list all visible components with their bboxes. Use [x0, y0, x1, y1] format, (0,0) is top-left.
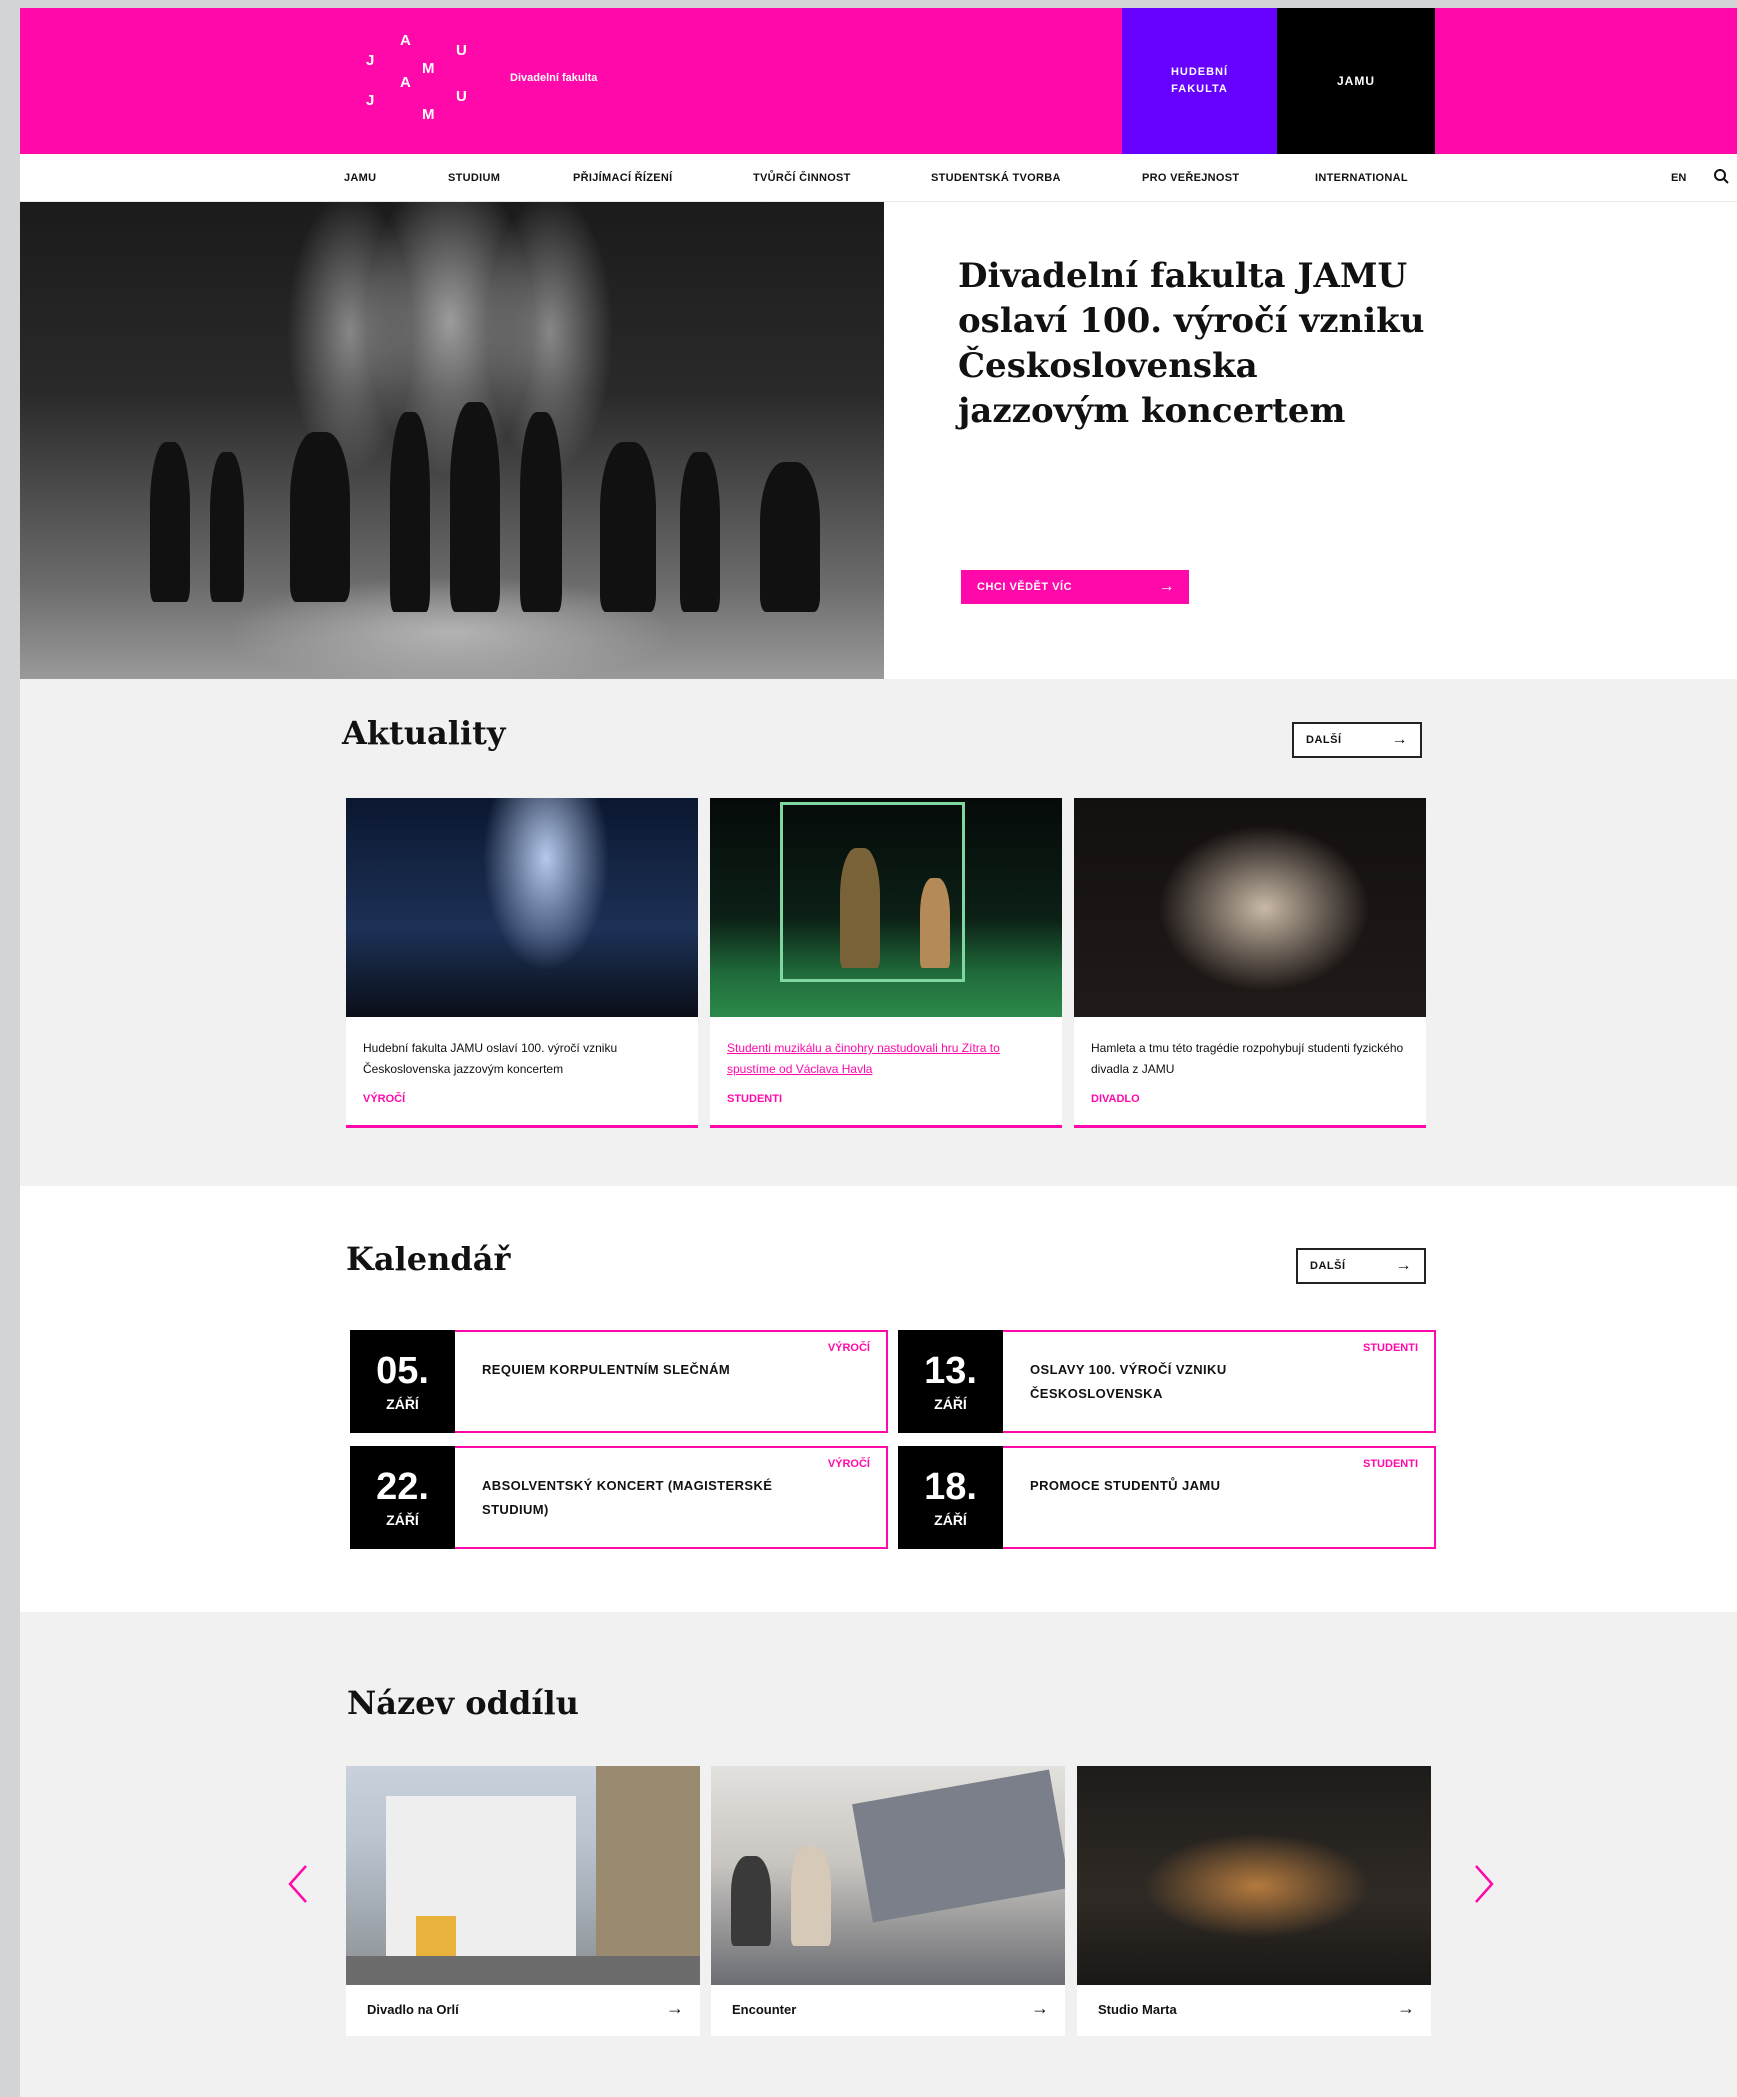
logo-letter: U	[456, 42, 467, 59]
nav-item-creative[interactable]: TVŮRČÍ ČINNOST	[753, 172, 851, 184]
place-card[interactable]: Divadlo na Orlí →	[346, 1766, 700, 2036]
section-title: Název oddílu	[347, 1684, 579, 1722]
news-image	[1074, 798, 1426, 1017]
event-day: 05.	[376, 1350, 429, 1392]
language-switch[interactable]: EN	[1671, 172, 1686, 184]
event-month: ZÁŘÍ	[934, 1396, 967, 1412]
calendar-more-button[interactable]: DALŠÍ →	[1296, 1248, 1426, 1284]
news-more-button[interactable]: DALŠÍ →	[1292, 722, 1422, 758]
logo-letter: A	[400, 32, 411, 49]
calendar-event[interactable]: 18. ZÁŘÍ PROMOCE STUDENTŮ JAMU STUDENTI	[898, 1446, 1436, 1549]
nav-item-international[interactable]: INTERNATIONAL	[1315, 172, 1408, 184]
jamu-tile[interactable]: JAMU	[1277, 8, 1435, 154]
arrow-right-icon: →	[1031, 1998, 1049, 2018]
faculty-name: Divadelní fakulta	[510, 72, 598, 84]
event-tag[interactable]: VÝROČÍ	[828, 1458, 870, 1470]
event-tag[interactable]: VÝROČÍ	[828, 1342, 870, 1354]
event-title[interactable]: ABSOLVENTSKÝ KONCERT (MAGISTERSKÉ STUDIU…	[482, 1474, 812, 1522]
chevron-right-icon[interactable]	[1470, 1864, 1498, 1904]
hero-image	[20, 202, 884, 679]
logo-letter: J	[366, 92, 375, 109]
event-day: 13.	[924, 1350, 977, 1392]
nav-item-student-work[interactable]: STUDENTSKÁ TVORBA	[931, 172, 1061, 184]
news-tag[interactable]: DIVADLO	[1091, 1093, 1140, 1105]
page: J A M U J A M U Divadelní fakulta HUDEBN…	[20, 8, 1737, 2097]
place-card[interactable]: Encounter →	[711, 1766, 1065, 2036]
arrow-right-icon: →	[1158, 578, 1175, 595]
logo-letter: U	[456, 88, 467, 105]
hero-more-button[interactable]: CHCI VĚDĚT VÍC →	[961, 570, 1189, 604]
news-image	[346, 798, 698, 1017]
event-day: 22.	[376, 1466, 429, 1508]
chevron-left-icon[interactable]	[284, 1864, 312, 1904]
event-month: ZÁŘÍ	[386, 1396, 419, 1412]
jamu-logo[interactable]: J A M U J A M U	[342, 30, 482, 130]
arrow-right-icon: →	[1397, 1998, 1415, 2018]
logo-letter: M	[422, 106, 435, 123]
place-label: Divadlo na Orlí	[367, 2002, 459, 2017]
logo-letter: J	[366, 52, 375, 69]
logo-letter: M	[422, 60, 435, 77]
event-month: ZÁŘÍ	[934, 1512, 967, 1528]
arrow-right-icon: →	[666, 1998, 684, 2018]
news-text[interactable]: Hudební fakulta JAMU oslaví 100. výročí …	[363, 1038, 683, 1080]
hero-title: Divadelní fakulta JAMU oslaví 100. výroč…	[958, 256, 1425, 431]
nav-item-studium[interactable]: STUDIUM	[448, 172, 500, 184]
event-date: 13. ZÁŘÍ	[898, 1330, 1003, 1433]
nav-item-jamu[interactable]: JAMU	[344, 172, 376, 184]
place-label: Encounter	[732, 2002, 797, 2017]
news-more-label: DALŠÍ	[1306, 734, 1342, 746]
calendar-more-label: DALŠÍ	[1310, 1260, 1346, 1272]
music-faculty-tile[interactable]: HUDEBNÍ FAKULTA	[1122, 8, 1277, 154]
event-day: 18.	[924, 1466, 977, 1508]
place-label: Studio Marta	[1098, 2002, 1177, 2017]
place-card[interactable]: Studio Marta →	[1077, 1766, 1431, 2036]
news-card[interactable]: Studenti muzikálu a činohry nastudovali …	[710, 798, 1062, 1128]
news-card[interactable]: Hudební fakulta JAMU oslaví 100. výročí …	[346, 798, 698, 1128]
news-tag[interactable]: STUDENTI	[727, 1093, 782, 1105]
event-tag[interactable]: STUDENTI	[1363, 1458, 1418, 1470]
event-date: 18. ZÁŘÍ	[898, 1446, 1003, 1549]
calendar-title: Kalendář	[346, 1240, 511, 1278]
news-image	[710, 798, 1062, 1017]
news-title: Aktuality	[342, 714, 506, 752]
event-title[interactable]: PROMOCE STUDENTŮ JAMU	[1030, 1474, 1360, 1498]
calendar-event[interactable]: 22. ZÁŘÍ ABSOLVENTSKÝ KONCERT (MAGISTERS…	[350, 1446, 888, 1549]
news-tag[interactable]: VÝROČÍ	[363, 1093, 405, 1105]
arrow-right-icon: →	[1391, 731, 1408, 748]
site-header: J A M U J A M U Divadelní fakulta HUDEBN…	[20, 8, 1737, 154]
logo-letter: A	[400, 74, 411, 91]
place-image	[1077, 1766, 1431, 1985]
main-nav: JAMU STUDIUM PŘIJÍMACÍ ŘÍZENÍ TVŮRČÍ ČIN…	[20, 154, 1737, 202]
event-title[interactable]: REQUIEM KORPULENTNÍM SLEČNÁM	[482, 1358, 812, 1382]
place-image	[346, 1766, 700, 1985]
calendar-event[interactable]: 05. ZÁŘÍ REQUIEM KORPULENTNÍM SLEČNÁM VÝ…	[350, 1330, 888, 1433]
arrow-right-icon: →	[1395, 1257, 1412, 1274]
hero-more-label: CHCI VĚDĚT VÍC	[977, 581, 1073, 593]
calendar-event[interactable]: 13. ZÁŘÍ OSLAVY 100. VÝROČÍ VZNIKU ČESKO…	[898, 1330, 1436, 1433]
event-title[interactable]: OSLAVY 100. VÝROČÍ VZNIKU ČESKOSLOVENSKA	[1030, 1358, 1360, 1406]
nav-item-public[interactable]: PRO VEŘEJNOST	[1142, 172, 1239, 184]
place-image	[711, 1766, 1065, 1985]
event-date: 22. ZÁŘÍ	[350, 1446, 455, 1549]
news-text[interactable]: Hamleta a tmu této tragédie rozpohybují …	[1091, 1038, 1411, 1080]
event-date: 05. ZÁŘÍ	[350, 1330, 455, 1433]
event-tag[interactable]: STUDENTI	[1363, 1342, 1418, 1354]
nav-item-admissions[interactable]: PŘIJÍMACÍ ŘÍZENÍ	[573, 172, 673, 184]
news-text[interactable]: Studenti muzikálu a činohry nastudovali …	[727, 1038, 1047, 1080]
search-icon[interactable]	[1713, 168, 1729, 184]
event-month: ZÁŘÍ	[386, 1512, 419, 1528]
news-card[interactable]: Hamleta a tmu této tragédie rozpohybují …	[1074, 798, 1426, 1128]
